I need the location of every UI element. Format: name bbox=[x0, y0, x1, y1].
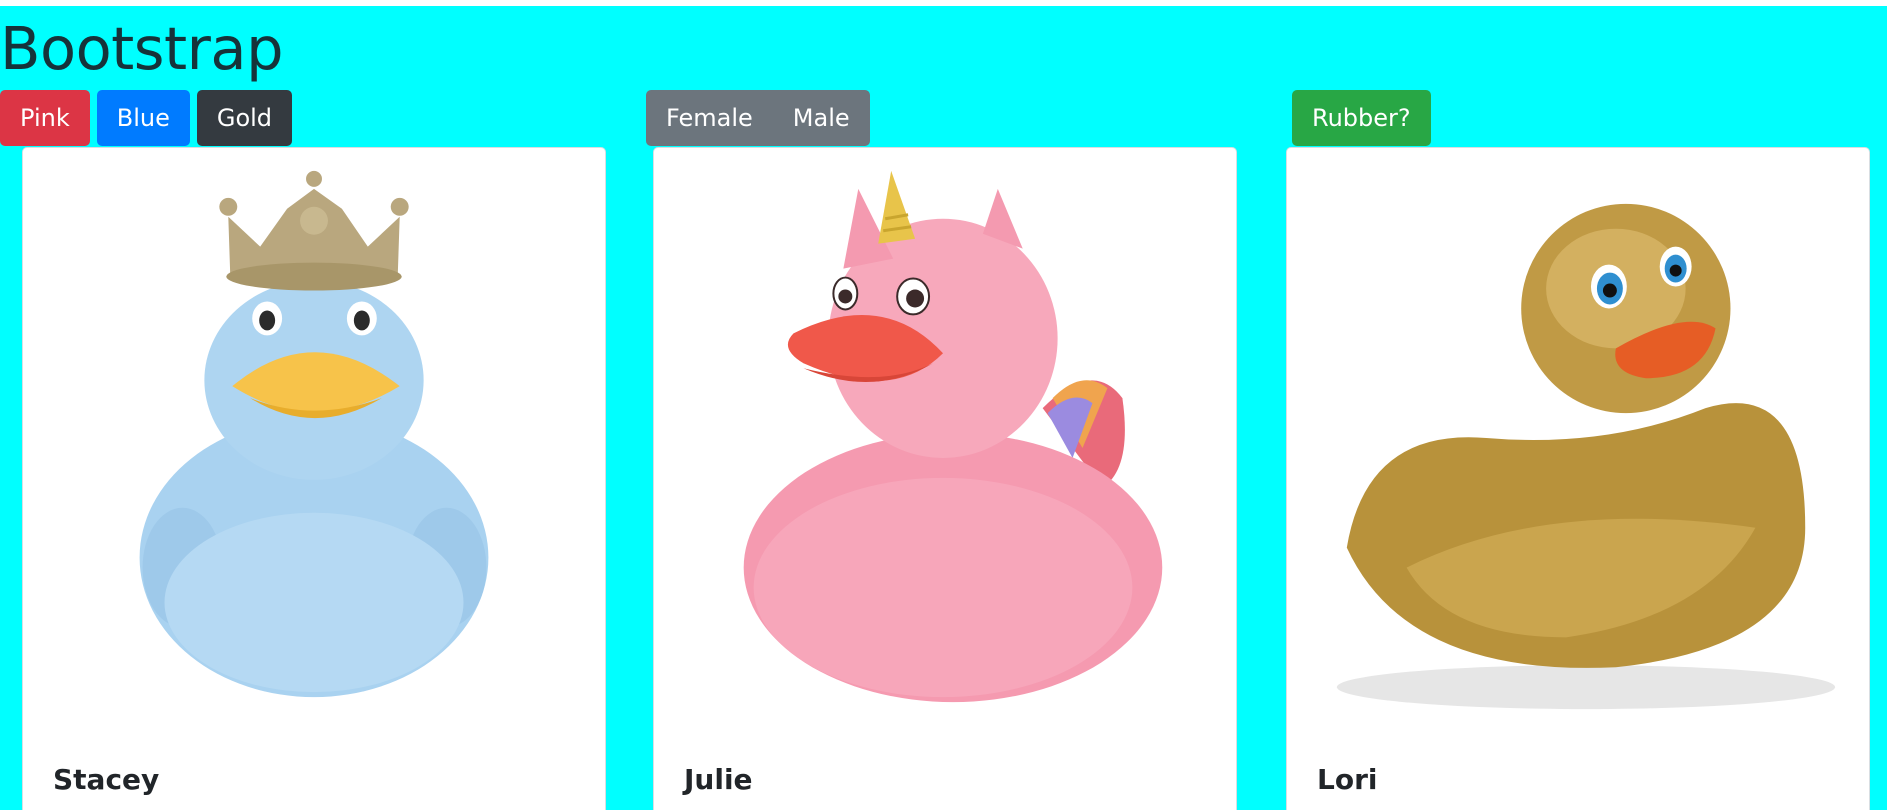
color-filter-buttons: Pink Blue Gold bbox=[0, 90, 293, 146]
duck-card-stacey[interactable]: Stacey bbox=[22, 147, 606, 810]
duck-card-julie[interactable]: Julie bbox=[653, 147, 1237, 810]
gender-button-group: Female Male bbox=[646, 90, 870, 146]
card-title: Julie bbox=[684, 763, 753, 796]
gold-filter-button[interactable]: Gold bbox=[196, 90, 293, 146]
rubber-filter: Rubber? bbox=[1292, 90, 1431, 146]
pink-unicorn-duck-illustration bbox=[743, 170, 1163, 703]
card-title: Stacey bbox=[53, 763, 160, 796]
duck-image-gold bbox=[1287, 148, 1869, 733]
page-background: Bootstrap Pink Blue Gold Female Male Rub… bbox=[0, 6, 1887, 810]
gender-filter-buttons: Female Male bbox=[646, 90, 870, 146]
pink-filter-button[interactable]: Pink bbox=[0, 90, 90, 146]
rubber-toggle-button[interactable]: Rubber? bbox=[1292, 90, 1431, 146]
blue-filter-button[interactable]: Blue bbox=[96, 90, 190, 146]
card-title: Lori bbox=[1317, 763, 1378, 796]
duck-card-lori[interactable]: Lori bbox=[1286, 147, 1870, 810]
duck-image-blue-crown bbox=[23, 148, 605, 733]
page-title: Bootstrap bbox=[0, 14, 284, 83]
male-filter-button[interactable]: Male bbox=[772, 90, 870, 146]
duck-image-pink-unicorn bbox=[654, 148, 1236, 733]
gold-duck-illustration bbox=[1336, 203, 1836, 710]
female-filter-button[interactable]: Female bbox=[646, 90, 773, 146]
blue-duck-illustration bbox=[139, 170, 489, 698]
